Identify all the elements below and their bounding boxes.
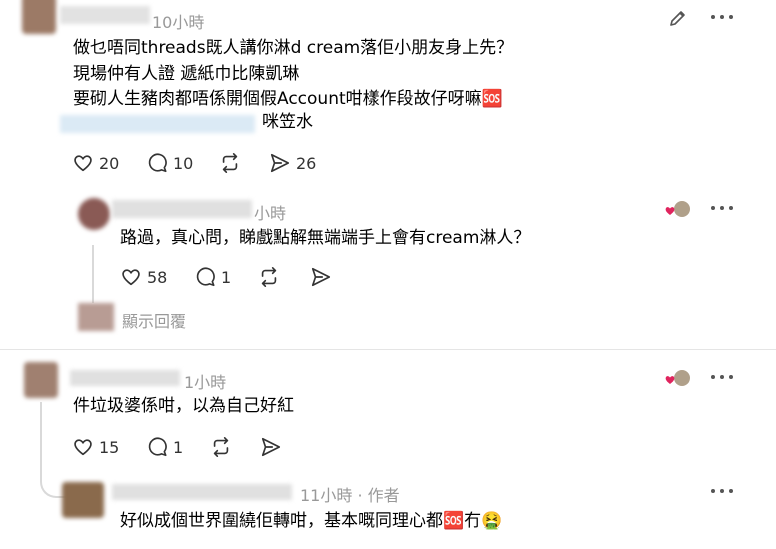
reply-count: 10 <box>173 154 194 173</box>
heart-icon[interactable] <box>72 436 94 458</box>
username[interactable] <box>60 6 150 24</box>
like-count: 15 <box>99 438 120 457</box>
reply-count: 1 <box>173 438 184 457</box>
post-line-2: 現場仲有人證 遞紙巾比陳凱琳 <box>73 64 300 84</box>
avatar[interactable] <box>24 362 58 398</box>
share-icon[interactable] <box>260 436 282 458</box>
liked-by-author-badge <box>664 369 692 389</box>
post-time: 1小時 <box>184 373 227 392</box>
username[interactable] <box>112 484 292 500</box>
thread-line <box>92 245 94 303</box>
more-icon[interactable] <box>710 14 734 20</box>
comment-icon[interactable] <box>146 152 168 174</box>
like-count: 20 <box>99 154 120 173</box>
post-time: 10小時 <box>152 13 205 32</box>
reply-time-author: 11小時 · 作者 <box>300 486 400 505</box>
repost-icon[interactable] <box>258 266 280 288</box>
comment-icon[interactable] <box>194 266 216 288</box>
heart-icon[interactable] <box>120 266 142 288</box>
post-line-1: 做乜唔同threads既人講你淋d cream落佢小朋友身上先？ <box>73 38 514 58</box>
post-text: 件垃圾婆係咁，以為自己好紅 <box>73 396 294 416</box>
reply-time: 小時 <box>254 204 287 223</box>
edit-icon[interactable] <box>668 8 688 28</box>
share-icon[interactable] <box>310 266 332 288</box>
username[interactable] <box>70 370 180 386</box>
reply-text: 路過，真心問，睇戲點解無端端手上會有cream淋人？ <box>120 228 531 248</box>
post-line-4: 咪笠水 <box>262 112 313 132</box>
username[interactable] <box>112 200 252 218</box>
thread-line <box>40 402 42 482</box>
avatar[interactable] <box>62 482 104 518</box>
mention-link[interactable] <box>60 115 255 133</box>
show-replies-link[interactable]: 顯示回覆 <box>122 308 186 332</box>
more-icon[interactable] <box>710 374 734 380</box>
like-count: 58 <box>147 268 168 287</box>
avatar[interactable] <box>22 0 56 34</box>
more-icon[interactable] <box>710 488 734 494</box>
reply-text: 好似成個世界圍繞佢轉咁，基本嘅同理心都🆘冇🤮 <box>120 511 503 531</box>
replier-avatars[interactable] <box>78 303 114 331</box>
share-count: 26 <box>296 154 317 173</box>
repost-icon[interactable] <box>210 436 232 458</box>
liked-by-author-badge <box>664 200 692 220</box>
repost-icon[interactable] <box>219 152 241 174</box>
share-icon[interactable] <box>269 152 291 174</box>
reply-count: 1 <box>221 268 232 287</box>
divider <box>0 349 776 350</box>
heart-icon[interactable] <box>72 152 94 174</box>
comment-icon[interactable] <box>146 436 168 458</box>
more-icon[interactable] <box>710 205 734 211</box>
avatar[interactable] <box>78 198 110 230</box>
